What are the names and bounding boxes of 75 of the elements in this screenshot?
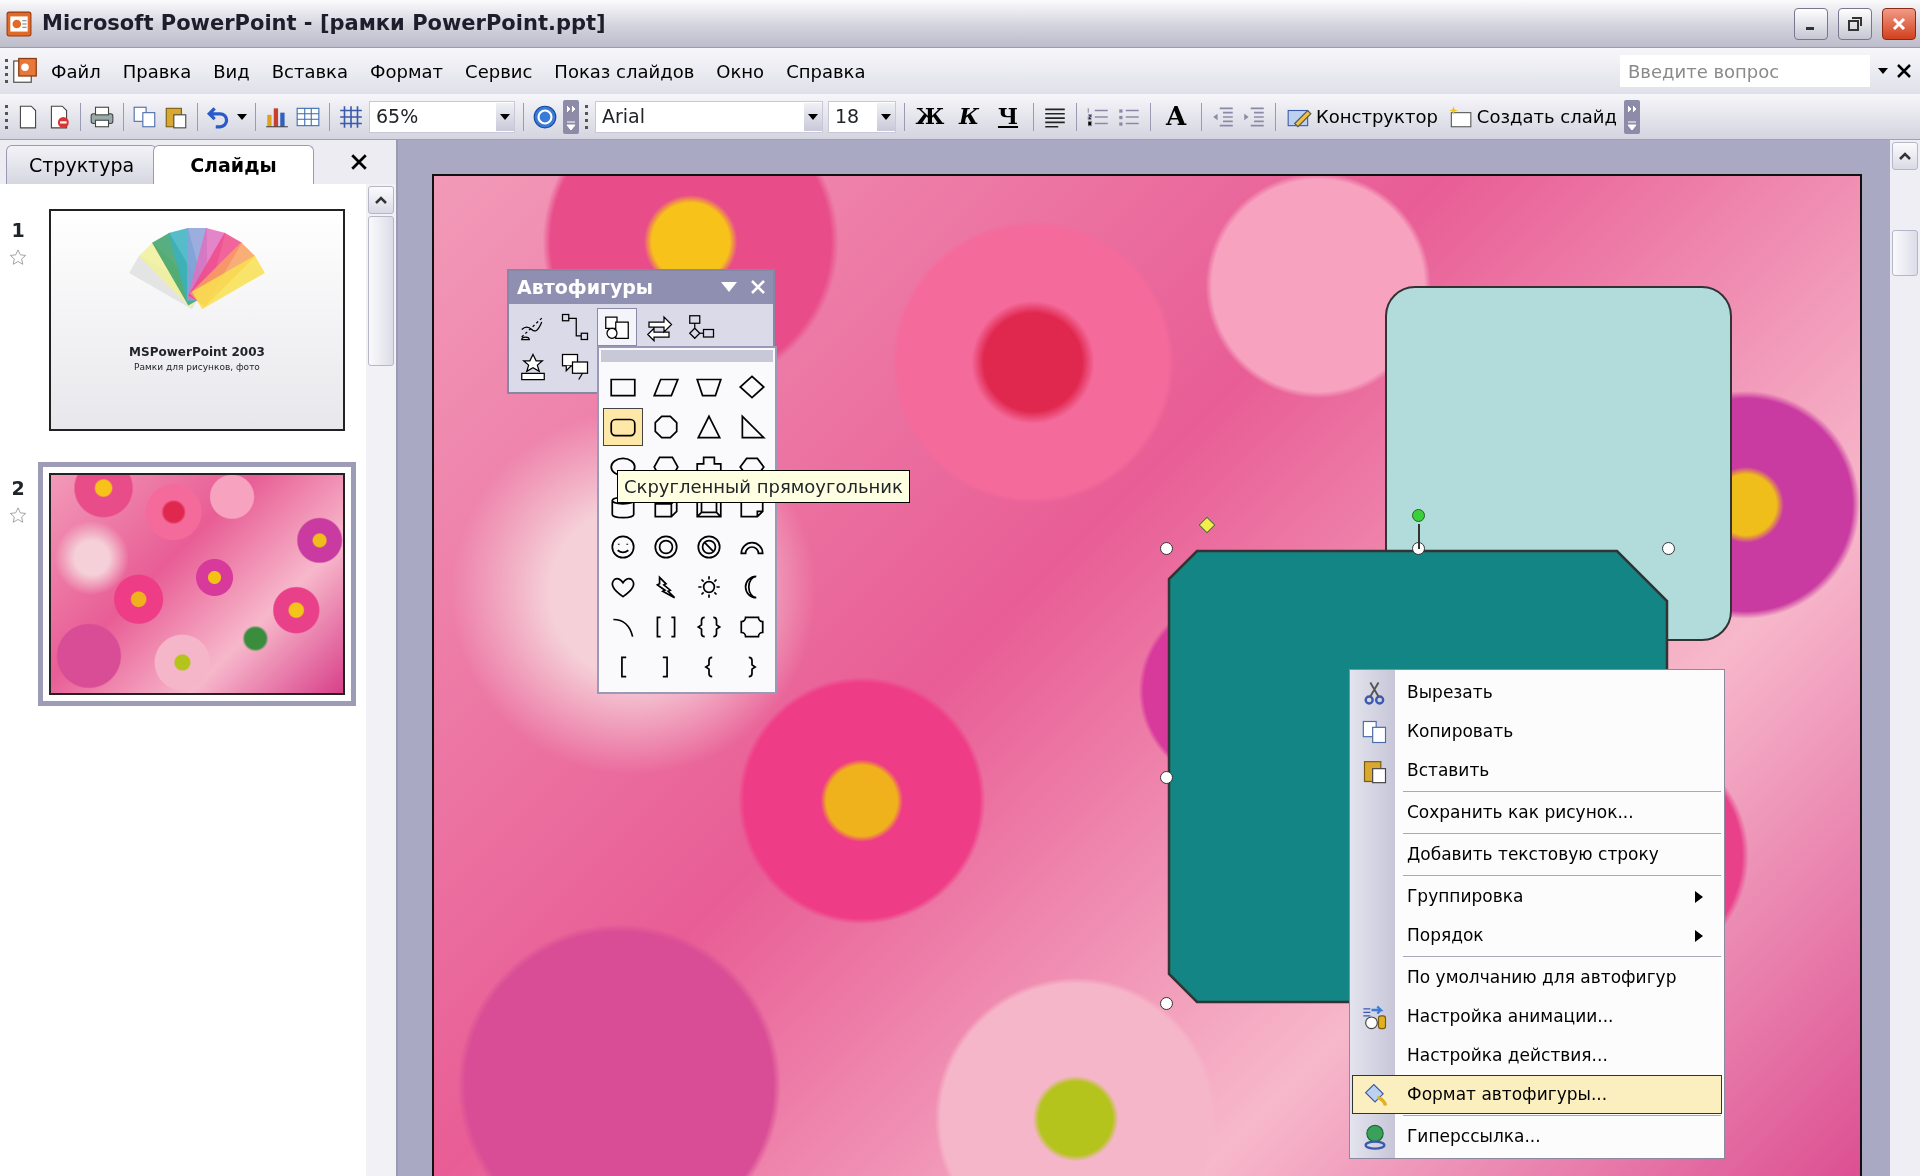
octagon-icon[interactable] <box>651 414 681 440</box>
menu-item[interactable]: Настройка анимации... <box>1352 997 1722 1036</box>
menu-item[interactable]: Правка <box>111 54 203 88</box>
slide-number: 1 <box>11 218 25 243</box>
donut-icon[interactable] <box>651 534 681 560</box>
toolbar-options-icon[interactable] <box>1623 99 1640 134</box>
new-slide-icon[interactable] <box>1446 103 1473 130</box>
palette-grip[interactable] <box>601 350 773 362</box>
submenu-arrow-icon <box>1695 929 1703 942</box>
no-symbol-icon[interactable] <box>694 534 724 560</box>
minimize-button[interactable] <box>1794 7 1828 40</box>
dropdown-caret-icon[interactable] <box>237 113 247 120</box>
scrollbar-thumb[interactable] <box>368 216 394 366</box>
window-title: Microsoft PowerPoint - [рамки PowerPoint.ppt] <box>42 9 607 37</box>
menu-item[interactable]: Вставка <box>260 54 360 88</box>
restore-icon[interactable] <box>1848 16 1862 31</box>
menu-item[interactable]: Окно <box>705 54 776 88</box>
dropdown-caret-icon[interactable] <box>1878 68 1888 74</box>
new-slide-button[interactable]: Создать слайд <box>1444 101 1619 132</box>
zoom-field[interactable]: 65% <box>369 100 515 133</box>
menu-item[interactable]: Вырезать <box>1352 673 1722 712</box>
menu-item[interactable]: Сервис <box>454 54 544 88</box>
dropdown-caret-icon[interactable] <box>881 113 891 120</box>
close-button[interactable] <box>1882 7 1916 40</box>
scroll-up-button[interactable] <box>368 186 394 214</box>
slide-thumbnail[interactable]: MSPowerPoint 2003 Рамки для рисунков, фото <box>49 209 345 431</box>
submenu-arrow-icon <box>1695 890 1703 903</box>
dropdown-caret-icon[interactable] <box>808 113 818 120</box>
menu-item[interactable]: Вставить <box>1352 751 1722 790</box>
diamond-icon[interactable] <box>737 374 767 400</box>
help-icon[interactable] <box>532 103 558 130</box>
scroll-up-button[interactable] <box>1892 142 1918 170</box>
toolbar-options-icon[interactable] <box>563 99 579 134</box>
menu-item[interactable]: Формат <box>359 54 455 88</box>
menu-item[interactable]: Копировать <box>1352 712 1722 751</box>
italic-button[interactable]: К <box>952 98 986 135</box>
menu-item[interactable]: Справка <box>775 54 877 88</box>
underline-button[interactable]: Ч <box>991 98 1025 135</box>
bold-button[interactable]: Ж <box>913 98 947 135</box>
callouts-icon[interactable] <box>560 351 590 382</box>
pane-tab[interactable]: Слайды <box>153 144 314 184</box>
menu-item[interactable]: Порядок <box>1352 916 1722 955</box>
dropdown-caret-icon[interactable] <box>500 113 510 120</box>
restore-button[interactable] <box>1838 7 1872 40</box>
star-icon <box>9 248 27 265</box>
plaque-frame-icon[interactable] <box>737 614 767 640</box>
font-size-field[interactable]: 18 <box>828 100 896 133</box>
font-field[interactable]: Arial <box>595 100 823 133</box>
design-button[interactable]: Конструктор <box>1284 101 1440 132</box>
smiley-icon[interactable] <box>608 534 638 560</box>
menu-item[interactable]: Показ слайдов <box>543 54 706 88</box>
triangle-icon[interactable] <box>694 414 724 440</box>
toolbar-gripper-icon[interactable] <box>4 56 10 86</box>
menu-item[interactable]: Вид <box>202 54 261 88</box>
scrollbar-thumb[interactable] <box>1892 230 1918 276</box>
menu-item[interactable]: Формат автофигуры... <box>1352 1075 1722 1114</box>
connectors-icon[interactable] <box>560 311 590 342</box>
increase-font-size-button[interactable]: A <box>1159 95 1193 138</box>
menu-item[interactable]: Файл <box>40 54 112 88</box>
slide-subtitle: Рамки для рисунков, фото <box>134 361 260 374</box>
menu-item[interactable]: Настройка действия... <box>1352 1036 1722 1075</box>
stars-and-banners-icon[interactable] <box>518 351 548 382</box>
slide-number: 2 <box>11 476 25 501</box>
star-icon <box>9 506 27 523</box>
caret-up-icon[interactable] <box>1898 151 1912 161</box>
grid-icon[interactable] <box>338 103 364 130</box>
close-icon[interactable] <box>1896 63 1912 79</box>
app-icon <box>6 10 32 37</box>
slide-title: MSPowerPoint 2003 <box>129 344 265 361</box>
document-icon[interactable] <box>10 56 40 86</box>
toolbar-title: Автофигуры <box>517 275 655 300</box>
tooltip: Скругленный прямоугольник <box>617 470 910 503</box>
help-search-field[interactable]: Введите вопрос <box>1620 55 1870 87</box>
caret-up-icon[interactable] <box>374 195 388 205</box>
close-icon[interactable] <box>350 153 368 171</box>
